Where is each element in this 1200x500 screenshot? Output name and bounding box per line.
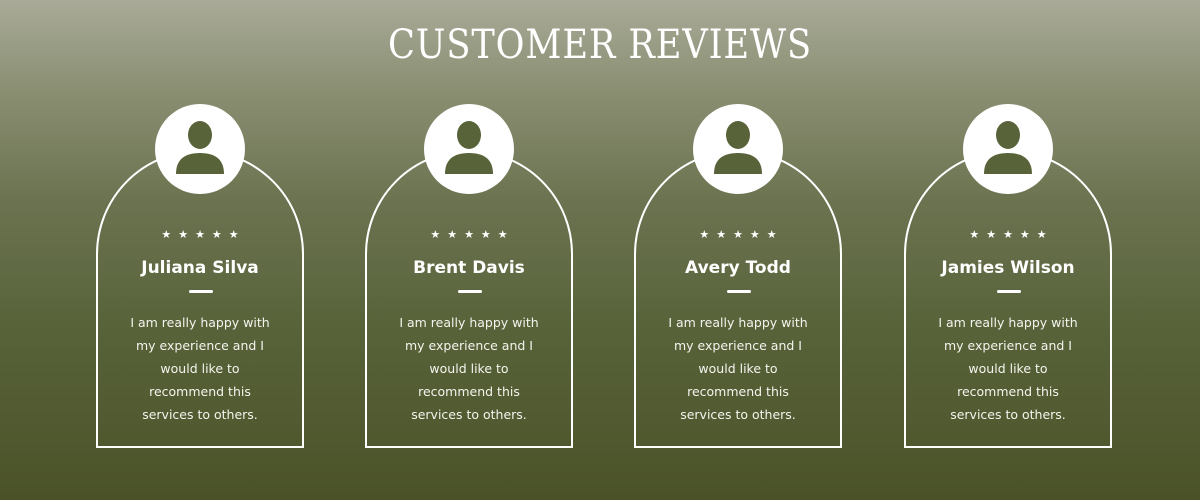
avatar bbox=[155, 104, 245, 194]
reviewer-name: Brent Davis bbox=[413, 258, 525, 278]
review-text: I am really happy with my experience and… bbox=[399, 315, 539, 422]
avatar bbox=[693, 104, 783, 194]
review-card: ★★★★★ Juliana Silva I am really happy wi… bbox=[96, 150, 304, 448]
review-card: ★★★★★ Jamies Wilson I am really happy wi… bbox=[904, 150, 1112, 448]
user-icon bbox=[176, 121, 224, 174]
divider bbox=[727, 290, 751, 293]
reviewer-name: Jamies Wilson bbox=[941, 258, 1075, 278]
divider bbox=[458, 290, 482, 293]
rating-stars: ★★★★★ bbox=[969, 228, 1054, 241]
user-icon bbox=[445, 121, 493, 174]
review-text: I am really happy with my experience and… bbox=[938, 315, 1078, 422]
page-title: CUSTOMER REVIEWS bbox=[387, 22, 813, 68]
user-icon bbox=[984, 121, 1032, 174]
review-card: ★★★★★ Avery Todd I am really happy with … bbox=[634, 150, 842, 448]
rating-stars: ★★★★★ bbox=[430, 228, 515, 241]
avatar bbox=[424, 104, 514, 194]
review-text: I am really happy with my experience and… bbox=[130, 315, 270, 422]
avatar bbox=[963, 104, 1053, 194]
review-card: ★★★★★ Brent Davis I am really happy with… bbox=[365, 150, 573, 448]
rating-stars: ★★★★★ bbox=[161, 228, 246, 241]
reviewer-name: Juliana Silva bbox=[141, 258, 259, 278]
divider bbox=[189, 290, 213, 293]
review-text: I am really happy with my experience and… bbox=[668, 315, 808, 422]
user-icon bbox=[714, 121, 762, 174]
divider bbox=[997, 290, 1021, 293]
rating-stars: ★★★★★ bbox=[699, 228, 784, 241]
reviewer-name: Avery Todd bbox=[685, 258, 791, 278]
